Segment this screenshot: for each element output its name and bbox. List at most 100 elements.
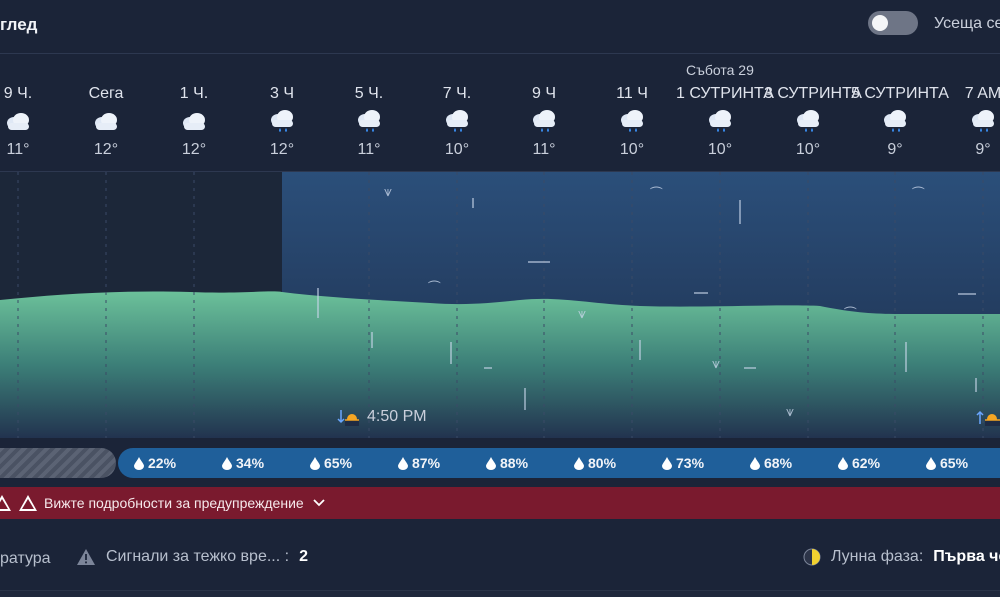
precip-value: 73% [676, 455, 705, 471]
precipitation-graph: ⩛ ⏜ ⏜ ⏜ ⩛ ⩛ ⩛ ⏜ [0, 172, 1000, 438]
moon-icon [803, 548, 821, 566]
drop-icon [310, 456, 320, 470]
hour-column: 5 Ч. 11° [325, 84, 413, 160]
page-title: глед [0, 15, 38, 34]
precip-chance: 34% [222, 455, 264, 471]
warning-icon [19, 495, 37, 511]
sunset-marker: 4:50 PM [337, 408, 427, 426]
chevron-down-icon[interactable] [312, 496, 326, 510]
hour-temp: 11° [6, 141, 30, 158]
precip-chance: 88% [486, 455, 528, 471]
hour-label: 3 Ч [269, 85, 294, 102]
precip-chance: 73% [662, 455, 704, 471]
severe-weather-alerts[interactable]: Сигнали за тежко вре... : 2 [76, 548, 308, 566]
svg-text:⩛: ⩛ [712, 356, 720, 372]
drop-icon [222, 456, 232, 470]
rain-cloud-icon [413, 104, 501, 140]
svg-text:⏜: ⏜ [912, 185, 925, 202]
past-hatch [0, 448, 116, 478]
precip-value: 65% [940, 455, 969, 471]
hour-label: 7 AM [964, 85, 1000, 102]
warning-text: Вижте подробности за предупреждение [44, 495, 304, 511]
hour-label: 5 Ч. [354, 85, 384, 102]
hour-temp: 10° [619, 141, 645, 158]
drop-icon [398, 456, 408, 470]
svg-text:⏜: ⏜ [844, 305, 857, 322]
svg-text:⏜: ⏜ [650, 185, 663, 202]
hour-temp: 11° [532, 141, 556, 158]
rain-cloud-icon [851, 104, 939, 140]
precip-chance: 68% [750, 455, 792, 471]
drop-icon [750, 456, 760, 470]
drop-icon [486, 456, 496, 470]
hour-column: 1 Ч. 12° [150, 84, 238, 160]
day-label: Събота 29 [686, 62, 754, 78]
hour-label: Сега [88, 85, 124, 102]
precip-value: 87% [412, 455, 441, 471]
precip-chance: 65% [310, 455, 352, 471]
alerts-label: Сигнали за тежко вре... : [106, 548, 290, 565]
hour-column: 11 Ч 10° [588, 84, 676, 160]
drop-icon [134, 456, 144, 470]
alert-icon [77, 549, 95, 565]
moon-phase[interactable]: Лунна фаза: Първа че [803, 548, 1000, 566]
hour-column: 1 СУТРИНТА 10° [676, 84, 774, 160]
feels-like-toggle[interactable] [868, 11, 918, 35]
sunrise-icon [976, 410, 1000, 426]
hour-label: 11 Ч [616, 85, 648, 102]
svg-text:⏜: ⏜ [428, 279, 441, 296]
precip-value: 65% [324, 455, 353, 471]
precip-value: 88% [500, 455, 529, 471]
hour-temp: 12° [93, 141, 119, 158]
hour-label: 1 СУТРИНТА [676, 85, 774, 102]
precip-value: 34% [236, 455, 265, 471]
moon-value: Първа че [933, 548, 1000, 565]
precip-value: 62% [852, 455, 881, 471]
hour-temp: 12° [269, 141, 295, 158]
rain-cloud-icon [939, 104, 1000, 140]
hour-column: 9 Ч. 11° [0, 84, 62, 160]
rain-cloud-icon [325, 104, 413, 140]
rain-cloud-icon [238, 104, 326, 140]
precip-value: 68% [764, 455, 793, 471]
precip-chance: 62% [838, 455, 880, 471]
precip-chance: 22% [134, 455, 176, 471]
hour-label: 7 Ч. [442, 85, 472, 102]
drop-icon [574, 456, 584, 470]
rain-cloud-icon [588, 104, 676, 140]
warning-icon [0, 495, 11, 511]
alerts-count: 2 [299, 548, 308, 565]
cloud-icon [62, 104, 150, 140]
rain-cloud-icon [764, 104, 852, 140]
hour-column: 9 Ч 11° [500, 84, 588, 160]
hour-temp: 10° [707, 141, 733, 158]
warning-banner[interactable]: Вижте подробности за предупреждение [0, 487, 1000, 519]
hour-label: 9 Ч. [3, 85, 33, 102]
hour-column: 7 AM 9° [939, 84, 1000, 160]
precip-chance: 65% [926, 455, 968, 471]
rain-cloud-icon [676, 104, 764, 140]
sunset-time: 4:50 PM [367, 408, 427, 425]
top-bar: глед Усеща се [0, 0, 1000, 54]
hour-temp: 9° [975, 141, 991, 158]
bottom-edge [0, 590, 1000, 597]
hour-temp: 11° [357, 141, 381, 158]
sunset-icon [337, 410, 359, 426]
hour-temp: 10° [444, 141, 470, 158]
precip-chance: 87% [398, 455, 440, 471]
precip-value: 22% [148, 455, 177, 471]
hour-temp: 10° [795, 141, 821, 158]
temperature-label[interactable]: ратура [0, 550, 51, 568]
cloud-icon [0, 104, 62, 140]
precip-value: 80% [588, 455, 617, 471]
hour-temp: 9° [887, 141, 903, 158]
graph-svg: ⩛ ⏜ ⏜ ⏜ ⩛ ⩛ ⩛ ⏜ [0, 172, 1000, 438]
cloud-icon [150, 104, 238, 140]
drop-icon [838, 456, 848, 470]
svg-text:⩛: ⩛ [786, 404, 794, 420]
hour-column: 7 Ч. 10° [413, 84, 501, 160]
drop-icon [926, 456, 936, 470]
rain-cloud-icon [500, 104, 588, 140]
hour-label: 9 Ч [531, 85, 556, 102]
hour-column: 5 СУТРИНТА 9° [851, 84, 949, 160]
